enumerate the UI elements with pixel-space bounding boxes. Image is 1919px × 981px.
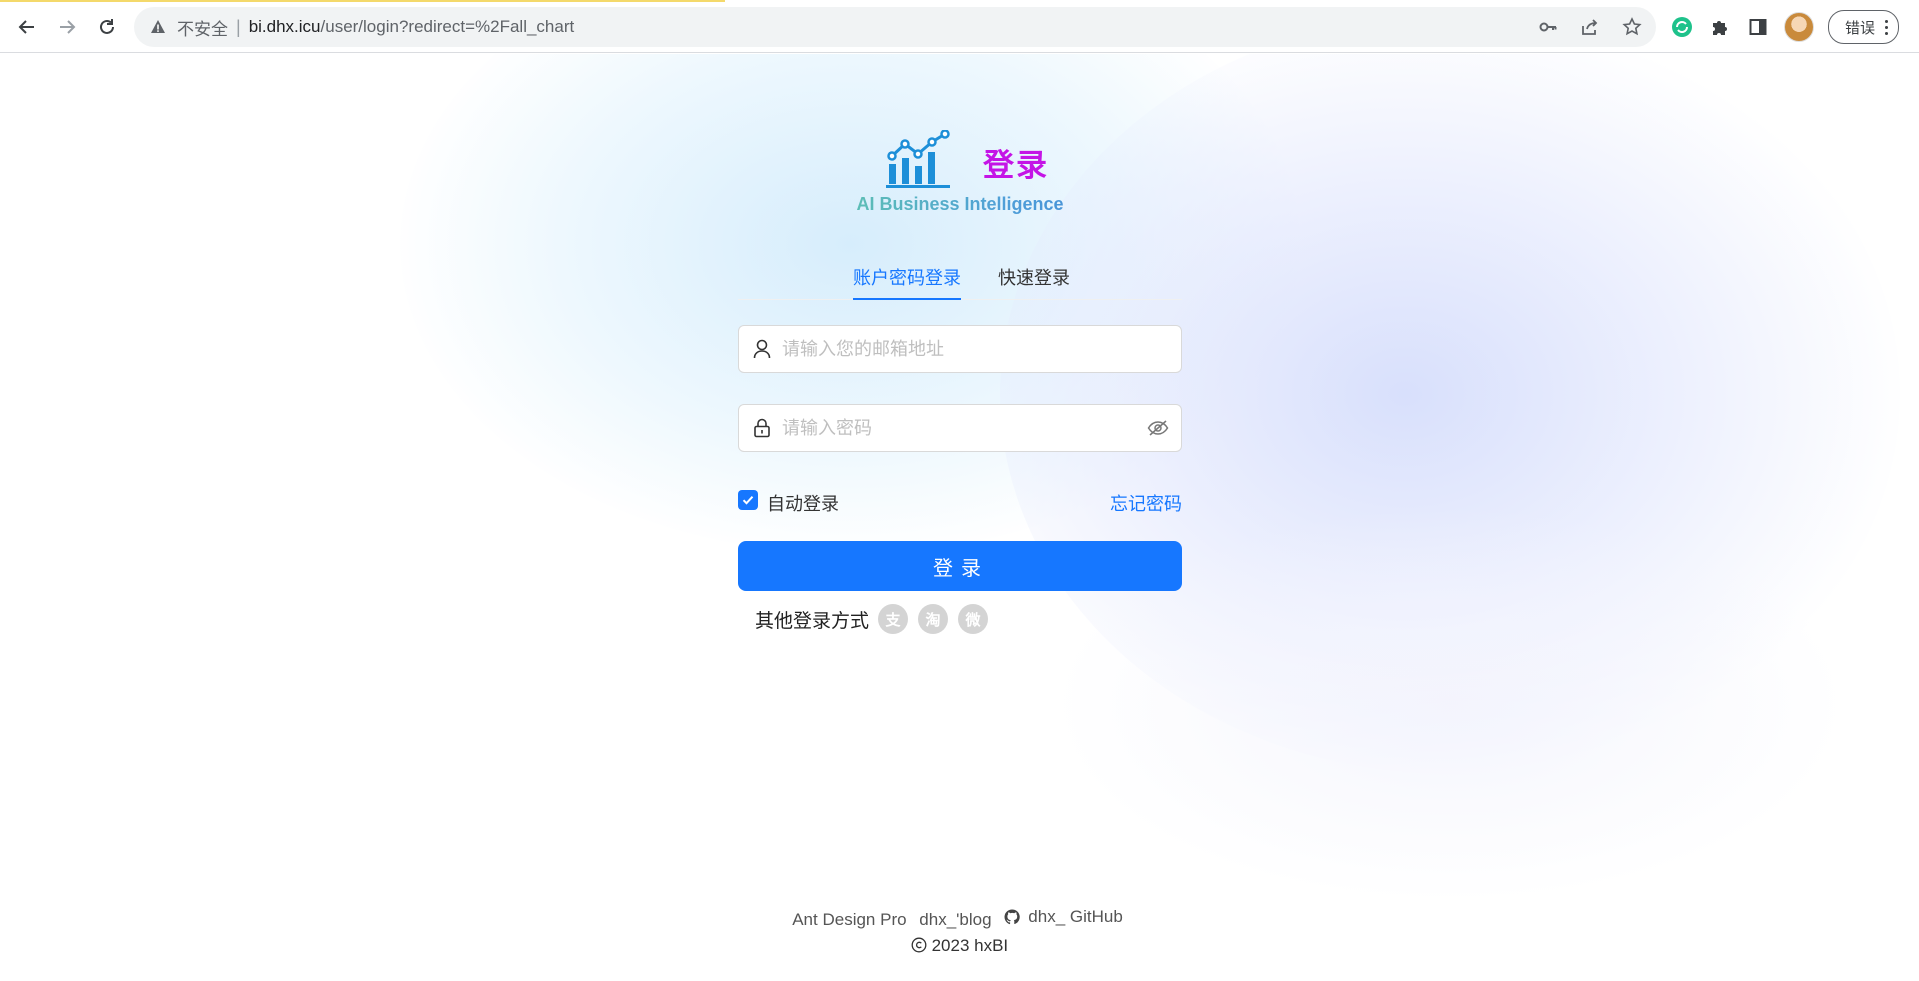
- loading-progress: [0, 0, 725, 2]
- github-link-label: dhx_ GitHub: [1028, 907, 1123, 926]
- github-icon: [1004, 909, 1020, 925]
- copyright-icon: [911, 936, 932, 955]
- page-title: 登录: [983, 147, 1049, 183]
- copyright-text: 2023 hxBI: [931, 936, 1009, 955]
- profile-avatar-icon[interactable]: [1784, 12, 1814, 42]
- share-icon[interactable]: [1578, 15, 1602, 39]
- other-login-methods: 其他登录方式 支 淘 微: [755, 603, 998, 635]
- menu-dots-icon[interactable]: [1885, 19, 1889, 35]
- puzzle-icon[interactable]: [1708, 15, 1732, 39]
- remember-row: 自动登录 忘记密码: [738, 486, 1182, 516]
- password-input[interactable]: [780, 416, 1147, 440]
- star-icon[interactable]: [1620, 15, 1644, 39]
- lock-icon: [752, 418, 772, 438]
- login-page: 登录 AI Business Intelligence 账户密码登录 快速登录: [0, 54, 1919, 981]
- key-icon[interactable]: [1536, 15, 1560, 39]
- address-bar[interactable]: 不安全 | bi.dhx.icu/user/login?redirect=%2F…: [134, 7, 1656, 47]
- login-tabs: 账户密码登录 快速登录: [738, 259, 1182, 300]
- forgot-password-link[interactable]: 忘记密码: [1110, 490, 1182, 516]
- footer-links: Ant Design Pro dhx_'blog dhx_ GitHub: [0, 907, 1919, 930]
- warning-icon[interactable]: [149, 18, 167, 36]
- login-button[interactable]: 登录: [738, 541, 1182, 591]
- browser-toolbar: 不安全 | bi.dhx.icu/user/login?redirect=%2F…: [0, 0, 1919, 53]
- tab-quick-login[interactable]: 快速登录: [998, 264, 1070, 299]
- address-separator: |: [236, 16, 241, 37]
- chart-logo-icon: [885, 128, 953, 195]
- footer-link-ant-design-pro[interactable]: Ant Design Pro: [792, 910, 906, 929]
- url-path: /user/login?redirect=%2Fall_chart: [320, 17, 575, 36]
- auto-login-checkbox[interactable]: [738, 490, 758, 510]
- forward-icon[interactable]: [53, 13, 81, 41]
- sidepanel-icon[interactable]: [1746, 15, 1770, 39]
- reload-icon[interactable]: [93, 13, 121, 41]
- footer-link-blog[interactable]: dhx_'blog: [919, 910, 991, 929]
- alipay-icon[interactable]: 支: [878, 604, 909, 634]
- eye-invisible-icon[interactable]: [1147, 417, 1169, 439]
- address-bar-actions: [1536, 7, 1644, 47]
- url-host: bi.dhx.icu: [248, 17, 321, 36]
- error-label: 错误: [1845, 19, 1876, 37]
- auto-login-label[interactable]: 自动登录: [767, 490, 839, 516]
- footer-copyright: 2023 hxBI: [0, 936, 1919, 956]
- security-label[interactable]: 不安全: [177, 15, 228, 40]
- url-text[interactable]: bi.dhx.icu/user/login?redirect=%2Fall_ch…: [249, 17, 575, 37]
- taobao-icon[interactable]: 淘: [918, 604, 949, 634]
- email-field[interactable]: [738, 325, 1182, 373]
- extension-sync-icon[interactable]: [1670, 15, 1694, 39]
- footer-link-github[interactable]: dhx_ GitHub: [1004, 907, 1127, 927]
- other-login-label: 其他登录方式: [755, 610, 870, 632]
- password-field[interactable]: [738, 404, 1182, 452]
- back-icon[interactable]: [13, 13, 41, 41]
- weibo-icon[interactable]: 微: [958, 604, 989, 634]
- tab-account-password[interactable]: 账户密码登录: [853, 264, 961, 300]
- extensions-area: 错误: [1670, 10, 1900, 44]
- error-button[interactable]: 错误: [1828, 10, 1900, 44]
- page-subtitle: AI Business Intelligence: [738, 194, 1182, 215]
- email-input[interactable]: [780, 337, 1181, 361]
- logo-header: 登录: [885, 128, 1049, 195]
- user-icon: [752, 339, 772, 359]
